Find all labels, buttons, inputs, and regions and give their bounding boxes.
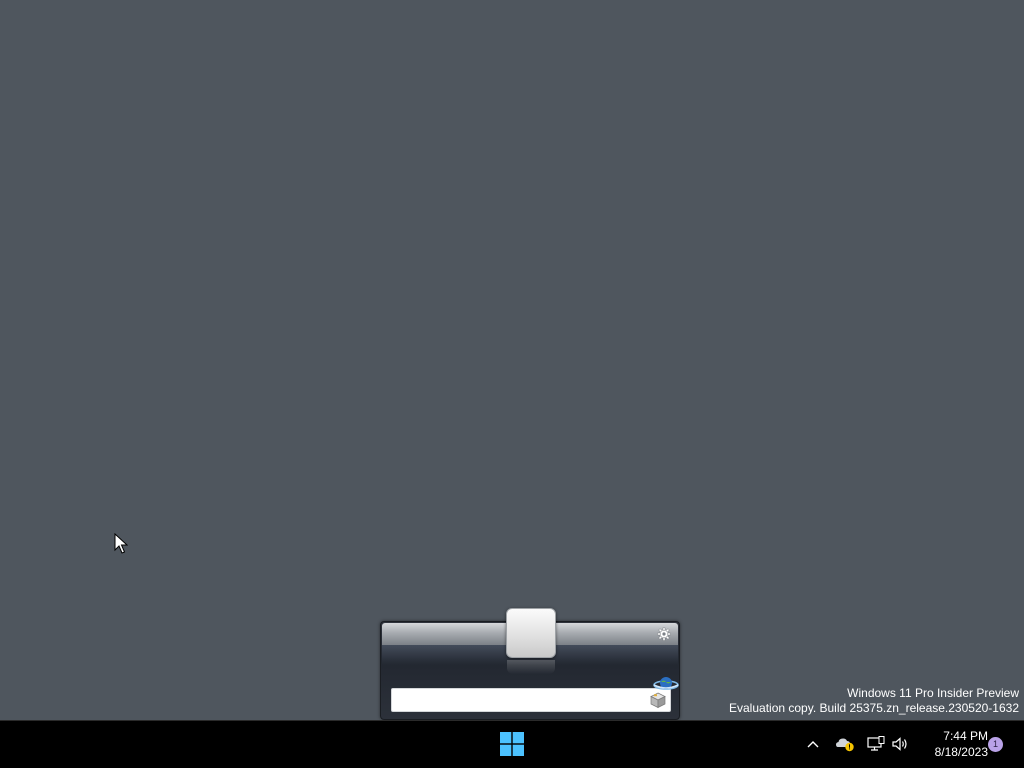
mouse-cursor-icon — [114, 533, 128, 554]
volume-icon — [892, 737, 907, 751]
chevron-up-icon — [807, 741, 819, 748]
gear-icon[interactable] — [657, 627, 671, 641]
windows-logo-icon — [500, 732, 524, 756]
onedrive-status-button[interactable] — [835, 734, 855, 754]
watermark-build: Evaluation copy. Build 25375.zn_release.… — [729, 701, 1019, 715]
volume-button[interactable] — [890, 734, 910, 754]
start-button[interactable] — [496, 728, 528, 760]
launcher-app-tile[interactable] — [506, 608, 556, 658]
launcher-tile-reflection — [507, 660, 555, 674]
evaluation-watermark: Windows 11 Pro Insider Preview Evaluatio… — [619, 686, 1019, 716]
taskbar-clock[interactable]: 7:44 PM 8/18/2023 — [918, 728, 988, 762]
onedrive-warning-icon — [836, 738, 854, 752]
taskbar: 7:44 PM 8/18/2023 1 — [0, 720, 1024, 768]
network-button[interactable] — [866, 734, 886, 754]
show-hidden-icons-button[interactable] — [803, 734, 823, 754]
watermark-edition: Windows 11 Pro Insider Preview — [847, 686, 1019, 700]
clock-date: 8/18/2023 — [934, 745, 988, 759]
clock-time: 7:44 PM — [943, 729, 988, 743]
network-icon — [867, 736, 885, 751]
notification-badge[interactable]: 1 — [988, 737, 1003, 752]
